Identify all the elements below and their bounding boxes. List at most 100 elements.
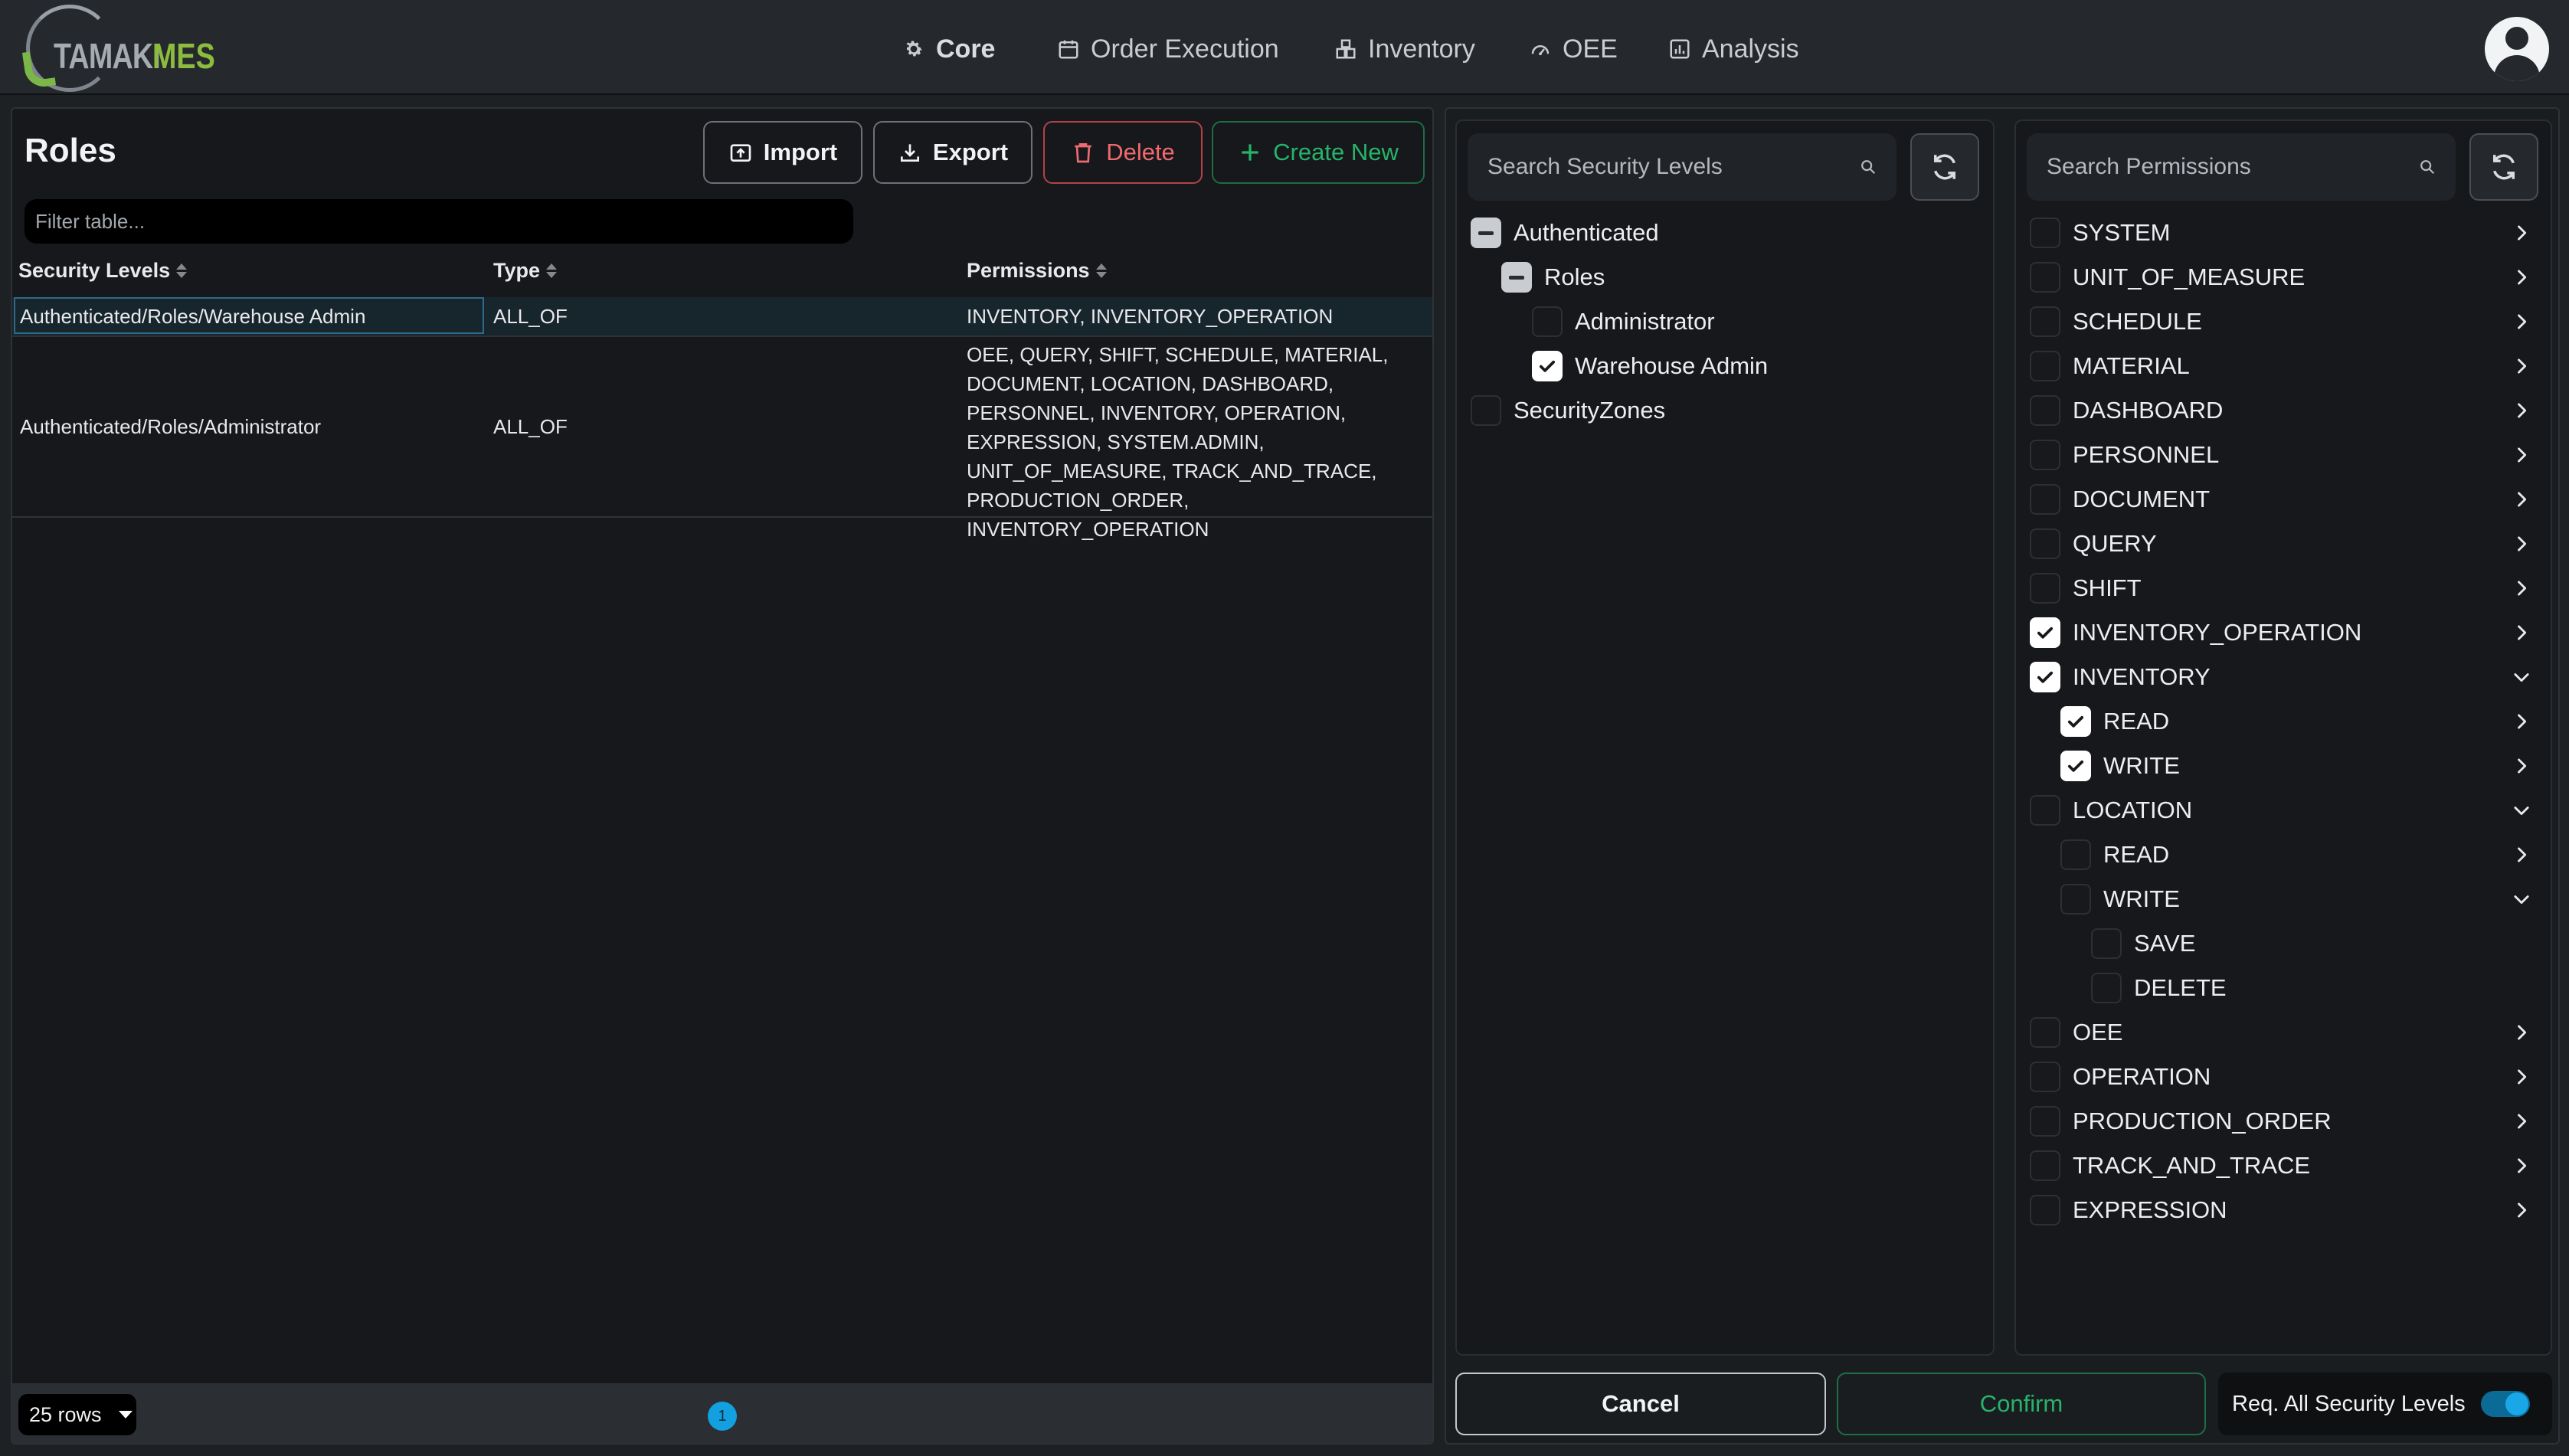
tree-node[interactable]: READ [2060,706,2169,737]
checkbox-checked[interactable] [2030,662,2060,692]
tree-node[interactable]: QUERY [2030,528,2157,559]
checkbox-unchecked[interactable] [1532,306,1563,337]
tree-node[interactable]: PRODUCTION_ORDER [2030,1106,2332,1137]
tree-node[interactable]: DELETE [2091,973,2227,1003]
chevron-right-icon[interactable] [2511,1111,2532,1132]
chevron-right-icon[interactable] [2511,622,2532,643]
tree-node[interactable]: Roles [1501,262,1605,293]
checkbox-indeterminate[interactable] [1501,262,1532,293]
checkbox-unchecked[interactable] [2030,528,2060,559]
checkbox-unchecked[interactable] [2030,1150,2060,1181]
tree-node[interactable]: PERSONNEL [2030,440,2219,470]
tree-node[interactable]: Warehouse Admin [1532,351,1768,381]
checkbox-unchecked[interactable] [2030,306,2060,337]
tree-node[interactable]: INVENTORY [2030,662,2211,692]
checkbox-checked[interactable] [2060,751,2091,781]
chevron-right-icon[interactable] [2511,1022,2532,1043]
chevron-right-icon[interactable] [2511,355,2532,377]
checkbox-unchecked[interactable] [2030,262,2060,293]
checkbox-unchecked[interactable] [2030,1195,2060,1225]
column-header-security-levels[interactable]: Security Levels [18,259,188,283]
checkbox-checked[interactable] [2030,617,2060,648]
chevron-right-icon[interactable] [2511,577,2532,599]
search-security-levels-input[interactable]: Search Security Levels [1468,133,1896,201]
cancel-button[interactable]: Cancel [1455,1373,1826,1435]
chevron-right-icon[interactable] [2511,1155,2532,1176]
tree-node[interactable]: SCHEDULE [2030,306,2202,337]
chevron-right-icon[interactable] [2511,444,2532,466]
tree-node[interactable]: INVENTORY_OPERATION [2030,617,2361,648]
tree-node[interactable]: Administrator [1532,306,1715,337]
tree-node[interactable]: SHIFT [2030,573,2142,604]
chevron-down-icon[interactable] [2511,888,2532,910]
nav-order-execution[interactable]: Order Execution [1057,29,1279,69]
tree-node[interactable]: OPERATION [2030,1062,2211,1092]
delete-button[interactable]: Delete [1043,121,1203,184]
refresh-security-levels-button[interactable] [1910,133,1979,201]
table-row[interactable]: Authenticated/Roles/Administrator ALL_OF… [12,339,1432,541]
checkbox-checked[interactable] [1532,351,1563,381]
checkbox-unchecked[interactable] [2030,1106,2060,1137]
import-button[interactable]: Import [703,121,862,184]
search-permissions-input[interactable]: Search Permissions [2027,133,2456,201]
checkbox-unchecked[interactable] [2091,928,2122,959]
rows-per-page-select[interactable]: 25 rows [18,1394,136,1435]
chevron-down-icon[interactable] [2511,666,2532,688]
tree-node[interactable]: OEE [2030,1017,2122,1048]
chevron-right-icon[interactable] [2511,222,2532,244]
chevron-right-icon[interactable] [2511,311,2532,332]
tree-node[interactable]: SYSTEM [2030,218,2170,248]
column-header-type[interactable]: Type [493,259,558,283]
req-all-toggle[interactable] [2480,1391,2530,1417]
checkbox-unchecked[interactable] [2091,973,2122,1003]
chevron-right-icon[interactable] [2511,489,2532,510]
create-new-button[interactable]: Create New [1212,121,1425,184]
chevron-right-icon[interactable] [2511,1066,2532,1088]
export-button[interactable]: Export [873,121,1033,184]
chevron-right-icon[interactable] [2511,711,2532,732]
checkbox-unchecked[interactable] [2030,351,2060,381]
tree-node[interactable]: TRACK_AND_TRACE [2030,1150,2310,1181]
chevron-right-icon[interactable] [2511,755,2532,777]
user-avatar[interactable] [2485,17,2549,81]
checkbox-unchecked[interactable] [2030,1017,2060,1048]
chevron-right-icon[interactable] [2511,1199,2532,1221]
tamaki-mes-logo[interactable]: TAMAKI MES [18,5,225,93]
checkbox-unchecked[interactable] [2030,1062,2060,1092]
nav-oee[interactable]: OEE [1529,29,1618,69]
tree-node[interactable]: WRITE [2060,751,2180,781]
checkbox-unchecked[interactable] [2060,884,2091,914]
tree-node[interactable]: DASHBOARD [2030,395,2223,426]
checkbox-checked[interactable] [2060,706,2091,737]
tree-node[interactable]: DOCUMENT [2030,484,2210,515]
tree-node[interactable]: SAVE [2091,928,2195,959]
tree-node[interactable]: Authenticated [1471,218,1659,248]
confirm-button[interactable]: Confirm [1837,1373,2206,1435]
checkbox-unchecked[interactable] [2030,573,2060,604]
chevron-right-icon[interactable] [2511,400,2532,421]
pagination-page-1[interactable]: 1 [708,1402,737,1431]
checkbox-unchecked[interactable] [2030,395,2060,426]
chevron-right-icon[interactable] [2511,533,2532,555]
chevron-down-icon[interactable] [2511,800,2532,821]
tree-node[interactable]: SecurityZones [1471,395,1665,426]
nav-core[interactable]: Core [902,29,995,69]
checkbox-unchecked[interactable] [1471,395,1501,426]
tree-node[interactable]: READ [2060,839,2169,870]
nav-inventory[interactable]: Inventory [1334,29,1475,69]
tree-node[interactable]: LOCATION [2030,795,2192,826]
checkbox-unchecked[interactable] [2030,484,2060,515]
chevron-right-icon[interactable] [2511,267,2532,288]
tree-node[interactable]: EXPRESSION [2030,1195,2227,1225]
checkbox-unchecked[interactable] [2030,218,2060,248]
refresh-permissions-button[interactable] [2469,133,2538,201]
table-row[interactable]: Authenticated/Roles/Warehouse Admin ALL_… [12,297,1432,337]
tree-node[interactable]: WRITE [2060,884,2180,914]
checkbox-unchecked[interactable] [2030,440,2060,470]
filter-table-input[interactable] [25,199,853,244]
tree-node[interactable]: MATERIAL [2030,351,2190,381]
checkbox-unchecked[interactable] [2030,795,2060,826]
checkbox-indeterminate[interactable] [1471,218,1501,248]
checkbox-unchecked[interactable] [2060,839,2091,870]
chevron-right-icon[interactable] [2511,844,2532,865]
